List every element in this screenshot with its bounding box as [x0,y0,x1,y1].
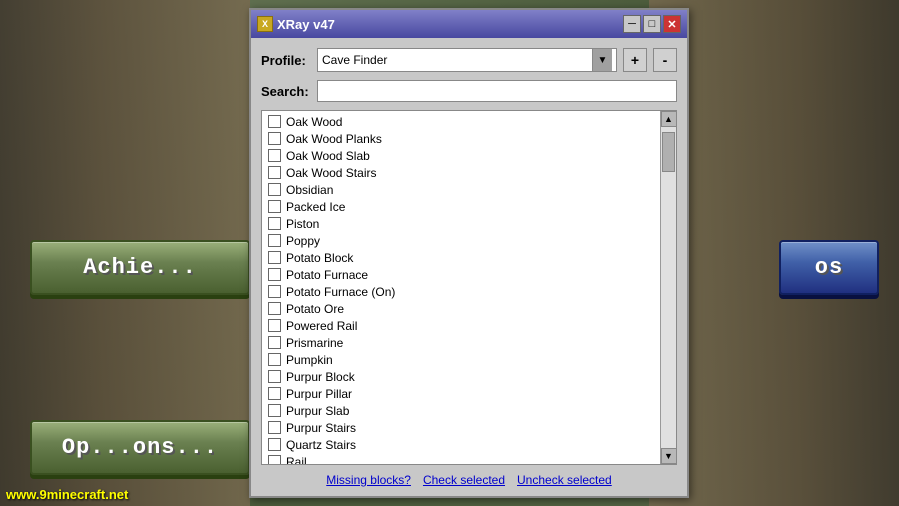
list-item-checkbox[interactable] [268,217,281,230]
list-item-label: Packed Ice [286,200,345,214]
list-item-label: Oak Wood Planks [286,132,382,146]
list-item-label: Potato Block [286,251,353,265]
list-item-label: Potato Furnace (On) [286,285,395,299]
list-item-label: Potato Ore [286,302,344,316]
scroll-track[interactable] [661,127,676,448]
list-item[interactable]: Powered Rail [262,317,660,334]
list-item-checkbox[interactable] [268,302,281,315]
list-item[interactable]: Oak Wood Slab [262,147,660,164]
list-item[interactable]: Packed Ice [262,198,660,215]
list-item-checkbox[interactable] [268,251,281,264]
list-item[interactable]: Piston [262,215,660,232]
list-item[interactable]: Poppy [262,232,660,249]
list-item-label: Oak Wood Stairs [286,166,376,180]
search-input[interactable] [317,80,677,102]
close-button[interactable]: ✕ [663,15,681,33]
add-profile-button[interactable]: + [623,48,647,72]
app-icon: X [257,16,273,32]
list-item-checkbox[interactable] [268,387,281,400]
bg-right-button: os [779,240,879,295]
bottom-links: Missing blocks? Check selected Uncheck s… [261,473,677,487]
list-item-checkbox[interactable] [268,455,281,464]
block-list: Oak Wood Oak Wood Planks Oak Wood Slab Oak … [261,110,677,465]
search-label: Search: [261,84,311,99]
list-item[interactable]: Purpur Stairs [262,419,660,436]
missing-blocks-link[interactable]: Missing blocks? [326,473,411,487]
list-item-label: Purpur Stairs [286,421,356,435]
title-bar: X XRay v47 ─ □ ✕ [251,10,687,38]
list-item[interactable]: Potato Block [262,249,660,266]
list-item-label: Oak Wood [286,115,342,129]
list-item-label: Purpur Slab [286,404,349,418]
uncheck-selected-link[interactable]: Uncheck selected [517,473,612,487]
dialog-title: XRay v47 [277,17,335,32]
list-item[interactable]: Oak Wood [262,113,660,130]
list-item-checkbox[interactable] [268,115,281,128]
title-bar-left: X XRay v47 [257,16,335,32]
list-item[interactable]: Pumpkin [262,351,660,368]
scroll-down-button[interactable]: ▼ [661,448,677,464]
list-item-label: Purpur Block [286,370,355,384]
list-item[interactable]: Potato Ore [262,300,660,317]
list-item[interactable]: Rail [262,453,660,464]
list-item-label: Potato Furnace [286,268,368,282]
list-item-label: Rail [286,455,307,465]
list-item[interactable]: Oak Wood Planks [262,130,660,147]
search-row: Search: [261,80,677,102]
list-item-label: Poppy [286,234,320,248]
list-item[interactable]: Quartz Stairs [262,436,660,453]
list-item-checkbox[interactable] [268,183,281,196]
list-item-checkbox[interactable] [268,438,281,451]
bg-options-button: Op...ons... [30,420,250,475]
profile-label: Profile: [261,53,311,68]
list-item-checkbox[interactable] [268,336,281,349]
profile-value: Cave Finder [322,53,592,67]
title-bar-buttons: ─ □ ✕ [623,15,681,33]
remove-profile-button[interactable]: - [653,48,677,72]
scroll-up-button[interactable]: ▲ [661,111,677,127]
list-scroll-area[interactable]: Oak Wood Oak Wood Planks Oak Wood Slab Oak … [262,111,660,464]
list-item[interactable]: Purpur Pillar [262,385,660,402]
dialog-content: Profile: Cave Finder ▼ + - Search: Oak W… [251,38,687,497]
list-item-label: Pumpkin [286,353,333,367]
list-item-checkbox[interactable] [268,132,281,145]
list-item-label: Purpur Pillar [286,387,352,401]
list-item-label: Oak Wood Slab [286,149,370,163]
maximize-button[interactable]: □ [643,15,661,33]
list-item-label: Powered Rail [286,319,357,333]
list-item[interactable]: Potato Furnace [262,266,660,283]
list-item-checkbox[interactable] [268,149,281,162]
list-item-label: Obsidian [286,183,333,197]
scroll-thumb[interactable] [662,132,675,172]
list-item-checkbox[interactable] [268,404,281,417]
list-item-label: Prismarine [286,336,343,350]
list-item-checkbox[interactable] [268,200,281,213]
list-item[interactable]: Prismarine [262,334,660,351]
scrollbar[interactable]: ▲ ▼ [660,111,676,464]
minimize-button[interactable]: ─ [623,15,641,33]
profile-dropdown-arrow[interactable]: ▼ [592,49,612,71]
list-item-checkbox[interactable] [268,234,281,247]
list-item-checkbox[interactable] [268,353,281,366]
list-item-checkbox[interactable] [268,421,281,434]
bg-achievements-button: Achie... [30,240,250,295]
profile-row: Profile: Cave Finder ▼ + - [261,48,677,72]
watermark: www.9minecraft.net [6,487,128,502]
xray-dialog: X XRay v47 ─ □ ✕ Profile: Cave Finder ▼ [249,8,689,498]
list-item-checkbox[interactable] [268,268,281,281]
check-selected-link[interactable]: Check selected [423,473,505,487]
list-item-checkbox[interactable] [268,370,281,383]
list-item[interactable]: Purpur Block [262,368,660,385]
list-item-checkbox[interactable] [268,285,281,298]
list-item[interactable]: Potato Furnace (On) [262,283,660,300]
list-item-label: Quartz Stairs [286,438,356,452]
list-item[interactable]: Oak Wood Stairs [262,164,660,181]
list-item-checkbox[interactable] [268,166,281,179]
list-item[interactable]: Obsidian [262,181,660,198]
list-item-checkbox[interactable] [268,319,281,332]
list-item[interactable]: Purpur Slab [262,402,660,419]
list-item-label: Piston [286,217,319,231]
profile-select[interactable]: Cave Finder ▼ [317,48,617,72]
